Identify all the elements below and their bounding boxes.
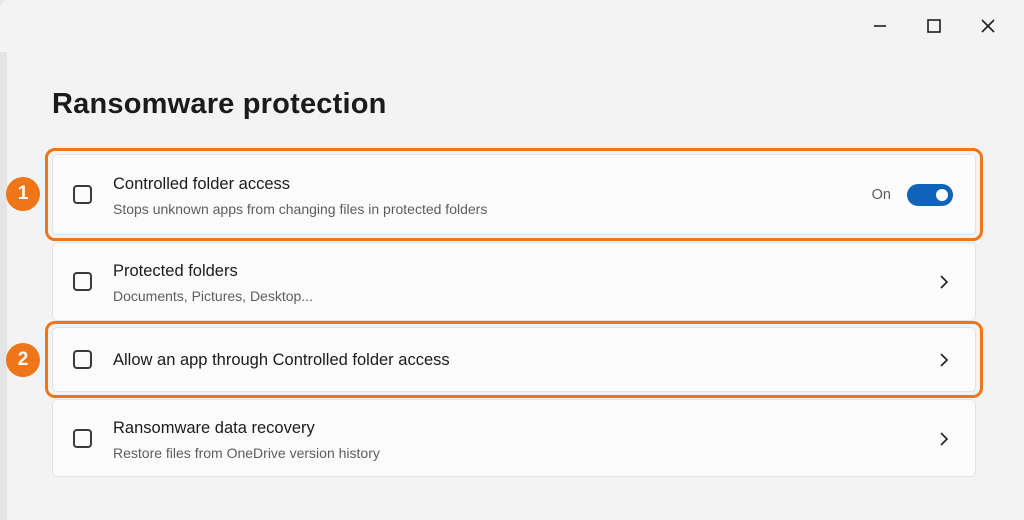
card-title: Allow an app through Controlled folder a… (113, 351, 450, 369)
protected-folders-card[interactable]: Protected folders Documents, Pictures, D… (52, 242, 976, 321)
close-button[interactable] (968, 8, 1008, 44)
folder-shield-icon (73, 272, 92, 291)
card-title: Protected folders (113, 262, 238, 280)
toggle-state-label: On (871, 187, 891, 203)
minimize-button[interactable] (860, 8, 900, 44)
ransomware-data-recovery-card[interactable]: Ransomware data recovery Restore files f… (52, 399, 976, 477)
close-icon (981, 19, 995, 33)
cloud-restore-icon (73, 429, 92, 448)
controlled-folder-access-toggle[interactable] (907, 184, 953, 206)
maximize-button[interactable] (914, 8, 954, 44)
page-title: Ransomware protection (52, 88, 387, 120)
toggle-knob (936, 189, 948, 201)
card-subtitle: Stops unknown apps from changing files i… (113, 201, 488, 217)
card-title: Controlled folder access (113, 175, 291, 193)
step-badge-2: 2 (6, 343, 40, 377)
card-subtitle: Documents, Pictures, Desktop... (113, 288, 313, 304)
step-badge-1: 1 (6, 177, 40, 211)
chevron-right-icon (937, 429, 951, 449)
card-subtitle: Restore files from OneDrive version hist… (113, 445, 380, 461)
app-allow-icon (73, 350, 92, 369)
chevron-right-icon (937, 350, 951, 370)
window-left-edge (0, 52, 7, 520)
minimize-icon (874, 25, 886, 27)
maximize-icon (927, 19, 941, 33)
chevron-right-icon (937, 272, 951, 292)
allow-app-card[interactable]: Allow an app through Controlled folder a… (52, 327, 976, 392)
card-title: Ransomware data recovery (113, 419, 315, 437)
folder-lock-icon (73, 185, 92, 204)
settings-window: Ransomware protection Controlled folder … (0, 0, 1024, 520)
controlled-folder-access-card[interactable]: Controlled folder access Stops unknown a… (52, 154, 976, 235)
